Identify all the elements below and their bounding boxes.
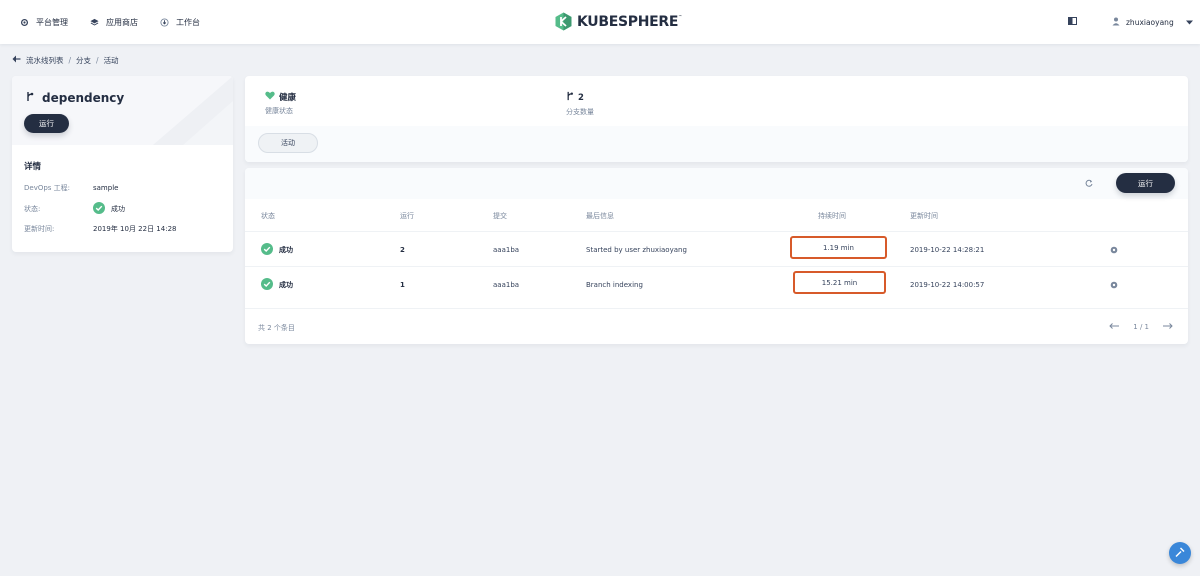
breadcrumb-separator: / (68, 55, 72, 65)
health-value: 健康 (279, 93, 297, 103)
back-arrow-icon[interactable] (12, 55, 21, 65)
logo-wordmark: KUBESPHERE™ (577, 14, 682, 30)
breadcrumb: 流水线列表 / 分支 / 活动 (12, 55, 119, 65)
detail-value: 2019年 10月 22日 14:28 (93, 225, 177, 233)
hammer-icon (1174, 546, 1186, 560)
settings-icon[interactable] (1110, 232, 1118, 267)
detail-value: sample (93, 184, 119, 192)
branch-count: 2 (578, 92, 584, 103)
status-text: 成功 (279, 245, 293, 254)
prev-page-icon[interactable] (1109, 323, 1120, 331)
health-stat: 健康 健康状态 (265, 91, 296, 116)
layers-icon (89, 17, 99, 27)
panel-toggle-icon (1068, 17, 1077, 27)
health-label: 健康状态 (265, 107, 293, 115)
kubesphere-logo[interactable]: KUBESPHERE™ (555, 11, 682, 33)
success-icon (261, 242, 273, 257)
user-menu[interactable]: zhuxiaoyang (1112, 0, 1193, 44)
nav-app-store[interactable]: 应用商店 (89, 0, 138, 44)
total-count: 共 2 个条目 (258, 324, 295, 332)
status-cell: 成功 (261, 232, 293, 267)
detail-value: 成功 (93, 202, 125, 216)
updated-time: 2019-10-22 14:28:21 (910, 245, 985, 254)
branch-name: dependency (42, 91, 125, 105)
commit-id[interactable]: aaa1ba (493, 232, 519, 267)
breadcrumb-pipeline-list[interactable]: 流水线列表 (26, 55, 64, 66)
settings-icon[interactable] (1110, 267, 1118, 302)
commit-id[interactable]: aaa1ba (493, 267, 519, 302)
branch-icon (26, 91, 34, 105)
pagination: 1 / 1 (1109, 309, 1173, 344)
branch-count-stat: 2 分支数量 (566, 91, 594, 117)
detail-key: 更新时间: (24, 225, 55, 233)
tab-activity[interactable]: 活动 (258, 133, 318, 153)
detail-row-devops: DevOps 工程: sample (24, 181, 118, 195)
run-number: 1 (400, 280, 405, 289)
refresh-icon[interactable] (1085, 179, 1093, 189)
details-heading: 详情 (24, 162, 42, 172)
kubesphere-logo-icon (555, 12, 572, 33)
status-cell: 成功 (261, 267, 293, 302)
duration-highlight: 1.19 min (790, 236, 887, 259)
theme-toggle-button[interactable] (1068, 0, 1077, 44)
branch-icon (566, 91, 574, 104)
username: zhuxiaoyang (1126, 17, 1174, 27)
page-indicator: 1 / 1 (1133, 323, 1149, 331)
header-updated[interactable]: 更新时间 (910, 211, 938, 221)
table-run-button[interactable]: 运行 (1116, 173, 1175, 193)
activity-table: 运行 状态 运行 提交 最后信息 持续时间 更新时间 成功 2 aaa1ba S… (245, 168, 1188, 344)
run-button[interactable]: 运行 (24, 114, 69, 133)
table-row[interactable]: 成功 2 aaa1ba Started by user zhuxiaoyang … (245, 231, 1188, 266)
header-message[interactable]: 最后信息 (586, 211, 614, 221)
breadcrumb-activity: 活动 (103, 55, 119, 65)
branch-count-label: 分支数量 (566, 108, 594, 116)
table-row[interactable]: 成功 1 aaa1ba Branch indexing 15.21 min 20… (245, 266, 1188, 301)
run-number: 2 (400, 245, 405, 254)
status-text: 成功 (111, 205, 125, 213)
breadcrumb-separator: / (96, 55, 99, 65)
success-icon (261, 277, 273, 292)
header-run[interactable]: 运行 (400, 211, 414, 221)
header-duration[interactable]: 持续时间 (818, 211, 846, 221)
top-navbar: 平台管理 应用商店 工作台 KUBESPHERE™ zhuxiaoyang (0, 0, 1200, 44)
nav-workbench[interactable]: 工作台 (159, 0, 200, 44)
nav-label: 平台管理 (36, 17, 68, 27)
last-message: Branch indexing (586, 280, 643, 289)
breadcrumb-branch[interactable]: 分支 (76, 55, 91, 66)
status-text: 成功 (279, 280, 293, 289)
detail-row-updated: 更新时间: 2019年 10月 22日 14:28 (24, 222, 176, 236)
nav-platform-management[interactable]: 平台管理 (19, 0, 68, 44)
branch-title: dependency (26, 91, 124, 105)
heart-icon (265, 91, 275, 103)
nav-label: 应用商店 (106, 17, 138, 27)
tab-bar (245, 126, 1188, 162)
workbench-icon (159, 17, 169, 27)
branch-header: dependency 运行 (12, 76, 233, 145)
last-message: Started by user zhuxiaoyang (586, 245, 687, 254)
detail-row-status: 状态: 成功 (24, 202, 125, 216)
help-button[interactable] (1169, 542, 1191, 564)
branch-summary: 健康 健康状态 2 分支数量 活动 (245, 76, 1188, 162)
branch-info-card: dependency 运行 详情 DevOps 工程: sample 状态: 成… (12, 76, 233, 252)
nav-label: 工作台 (176, 17, 200, 27)
user-icon (1112, 17, 1120, 28)
header-commit[interactable]: 提交 (493, 211, 507, 221)
success-icon (93, 202, 105, 216)
next-page-icon[interactable] (1163, 323, 1173, 331)
chevron-down-icon (1185, 18, 1193, 27)
header-status[interactable]: 状态 (261, 211, 275, 221)
updated-time: 2019-10-22 14:00:57 (910, 280, 985, 289)
gear-icon (19, 17, 29, 27)
decorative-background (153, 76, 233, 145)
table-footer: 共 2 个条目 1 / 1 (245, 308, 1188, 344)
duration-highlight: 15.21 min (793, 271, 886, 294)
detail-key: 状态: (24, 205, 41, 213)
detail-key: DevOps 工程: (24, 184, 71, 192)
table-toolbar: 运行 (245, 168, 1188, 199)
